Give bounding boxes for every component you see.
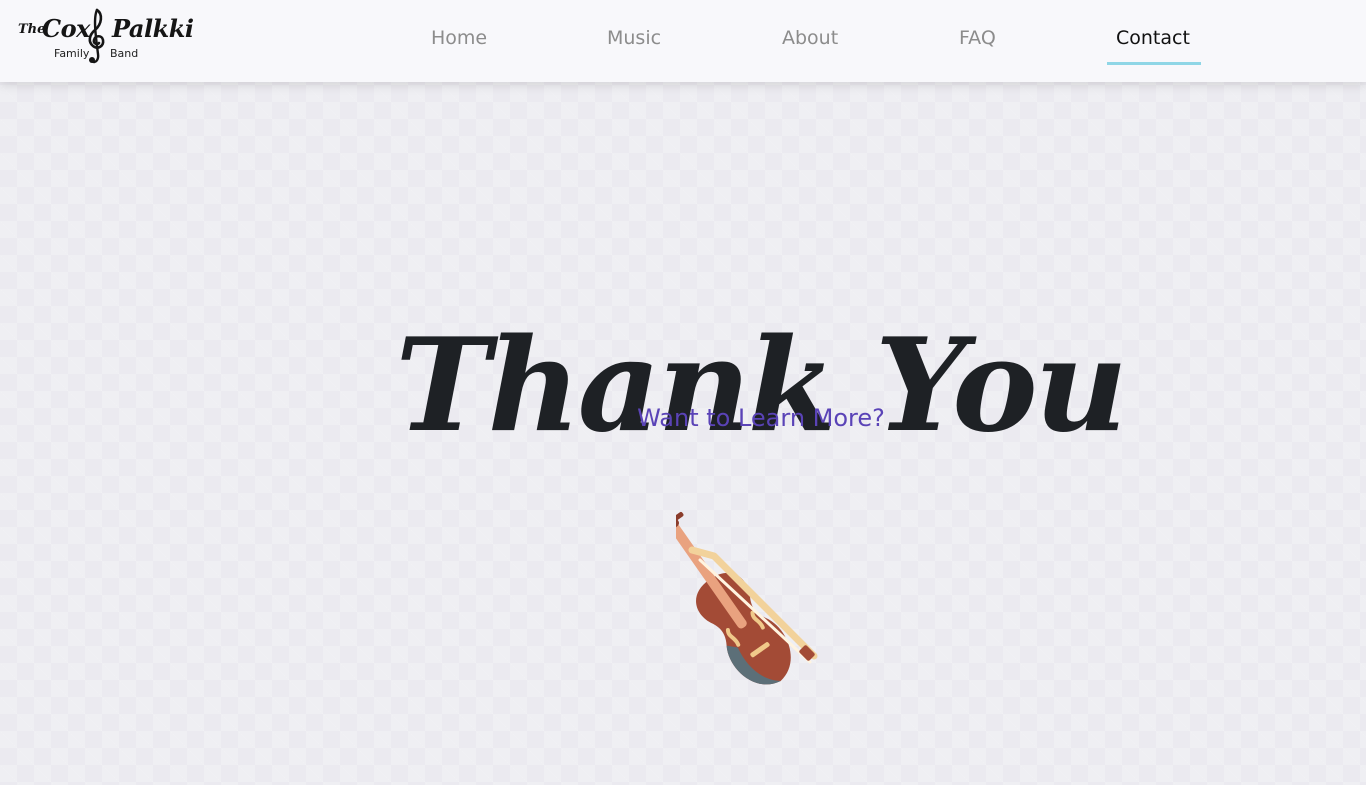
- logo-cox: Cox: [42, 14, 90, 43]
- nav-home[interactable]: Home: [431, 27, 487, 49]
- nav-music[interactable]: Music: [607, 27, 661, 49]
- band-logo[interactable]: The Cox Palkki Family Band: [16, 8, 194, 70]
- nav-active-indicator: [1107, 62, 1201, 65]
- nav-about[interactable]: About: [782, 27, 838, 49]
- logo-band: Band: [110, 47, 139, 60]
- logo-palkki: Palkki: [112, 14, 194, 43]
- logo-family: Family: [54, 47, 90, 60]
- learn-more-link[interactable]: Want to Learn More?: [0, 404, 1366, 432]
- nav-faq[interactable]: FAQ: [959, 27, 996, 49]
- navbar: The Cox Palkki Family Band Home Music Ab…: [0, 0, 1366, 82]
- thank-you-heading: Thank You: [395, 310, 1127, 461]
- nav-contact[interactable]: Contact: [1116, 27, 1190, 49]
- violin-icon: [676, 510, 818, 685]
